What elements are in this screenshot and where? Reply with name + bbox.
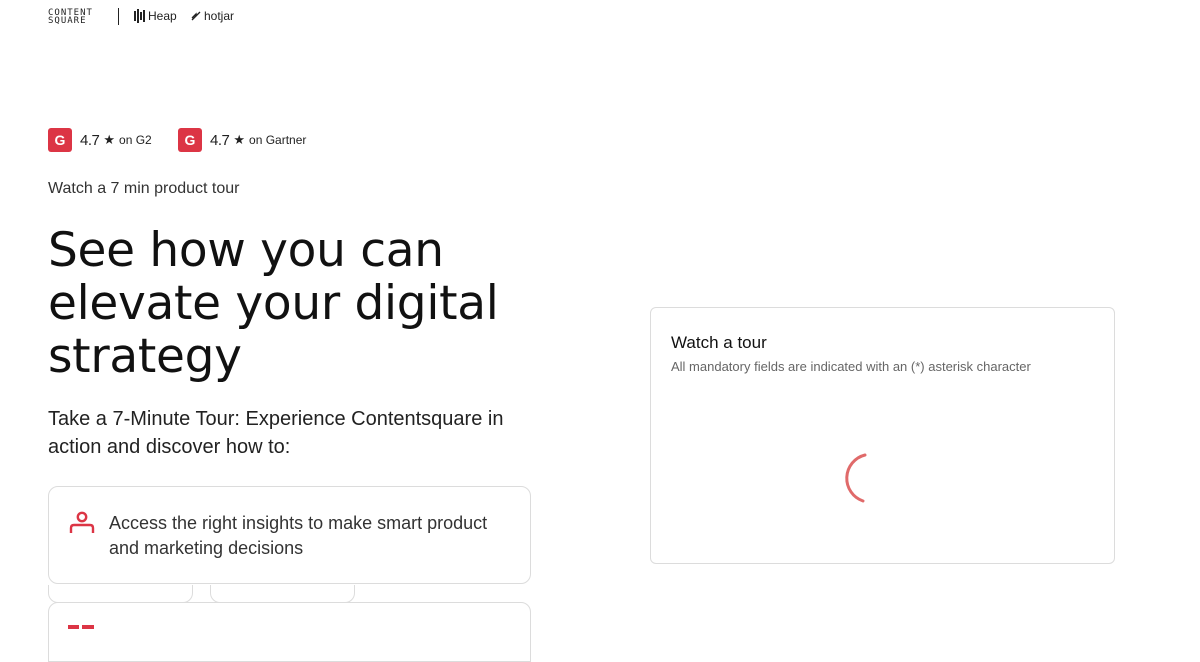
user-icon: [69, 511, 95, 533]
form-title: Watch a tour: [671, 333, 767, 352]
benefit-card: Access the right insights to make smart …: [48, 486, 531, 584]
rating-gartner: G 4.7 ★ on Gartner: [178, 128, 306, 152]
star-icon: ★: [103, 132, 116, 147]
tour-form-panel: Watch a tour All mandatory fields are in…: [650, 307, 1115, 564]
star-icon: ★: [233, 132, 246, 147]
hotjar-logo-text: hotjar: [204, 9, 235, 23]
hotjar-flame-icon: [191, 11, 201, 21]
rating-score: 4.7: [80, 131, 100, 149]
tour-label: Watch a 7 min product tour: [48, 180, 240, 197]
carousel-indicator[interactable]: [210, 585, 355, 603]
g2-badge-icon: G: [48, 128, 72, 152]
heap-logo-text: Heap: [148, 9, 177, 23]
hero-title: See how you can elevate your digital str…: [48, 223, 499, 384]
grid-icon: [68, 625, 94, 635]
rating-source: on Gartner: [249, 133, 307, 147]
rating-score: 4.7: [210, 131, 230, 149]
hotjar-logo[interactable]: hotjar: [191, 9, 234, 23]
rating-g2: G 4.7 ★ on G2: [48, 128, 152, 152]
benefit-text: Access the right insights to make smart …: [109, 513, 488, 558]
form-mandatory-note: All mandatory fields are indicated with …: [671, 359, 1031, 374]
hero-intro: Take a 7-Minute Tour: Experience Content…: [48, 408, 504, 458]
gartner-badge-icon: G: [178, 128, 202, 152]
contentsquare-logo[interactable]: CONTENT SQUARE: [48, 9, 104, 26]
logo-divider: [118, 8, 119, 25]
loading-spinner-icon: [845, 453, 867, 503]
heap-bars-icon: [134, 9, 145, 23]
contentsquare-logo-line2: SQUARE: [48, 16, 87, 26]
heap-logo[interactable]: Heap: [134, 9, 177, 23]
rating-source: on G2: [119, 133, 152, 147]
benefit-card: [48, 602, 531, 662]
carousel-indicator[interactable]: [48, 585, 193, 603]
